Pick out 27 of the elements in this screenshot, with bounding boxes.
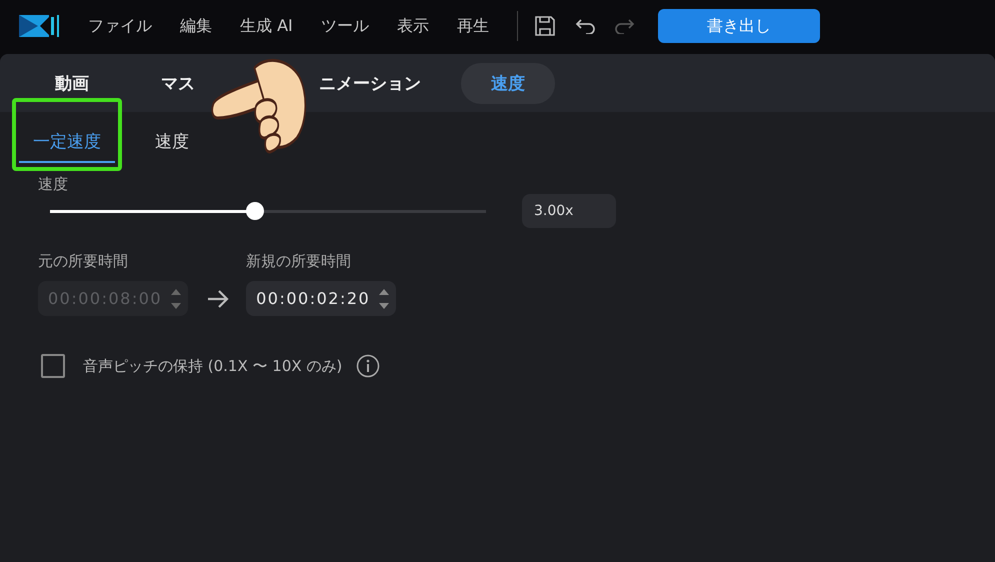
save-icon[interactable]	[534, 15, 556, 37]
menu-item[interactable]: 編集	[180, 16, 212, 36]
undo-icon[interactable]	[574, 18, 596, 34]
redo-icon[interactable]	[614, 18, 636, 34]
tab[interactable]: マス	[161, 72, 199, 94]
sub-tab[interactable]: 速度	[141, 120, 203, 163]
menu-item[interactable]: 再生	[456, 16, 489, 36]
menu-item[interactable]: 生成 AI	[240, 16, 293, 36]
export-button[interactable]: 書き出し	[658, 9, 820, 43]
tab[interactable]: ニメーション	[319, 72, 421, 94]
pitch-label: 音声ピッチの保持 (0.1X 〜 10X のみ)	[83, 356, 342, 376]
speed-slider[interactable]	[50, 202, 486, 220]
time-field[interactable]: 00:00:02:20	[246, 281, 396, 316]
speed-label: 速度	[38, 175, 69, 194]
logo-icon	[18, 13, 62, 39]
info-icon[interactable]	[356, 354, 380, 378]
tab[interactable]: 動画	[55, 72, 89, 94]
tab[interactable]: 速度	[461, 62, 555, 104]
new-duration-label: 新規の所要時間	[246, 252, 352, 271]
menu-item[interactable]: 表示	[396, 16, 429, 36]
checkbox[interactable]	[41, 354, 65, 378]
sub-tab[interactable]: 一定速度	[19, 120, 115, 163]
speed-value-field[interactable]: 3.00x	[522, 194, 616, 228]
original-duration-label: 元の所要時間	[38, 252, 129, 271]
menu-item[interactable]: ファイル	[88, 16, 152, 36]
arrow-icon	[206, 289, 230, 309]
menu-item[interactable]: ツール	[320, 16, 369, 36]
